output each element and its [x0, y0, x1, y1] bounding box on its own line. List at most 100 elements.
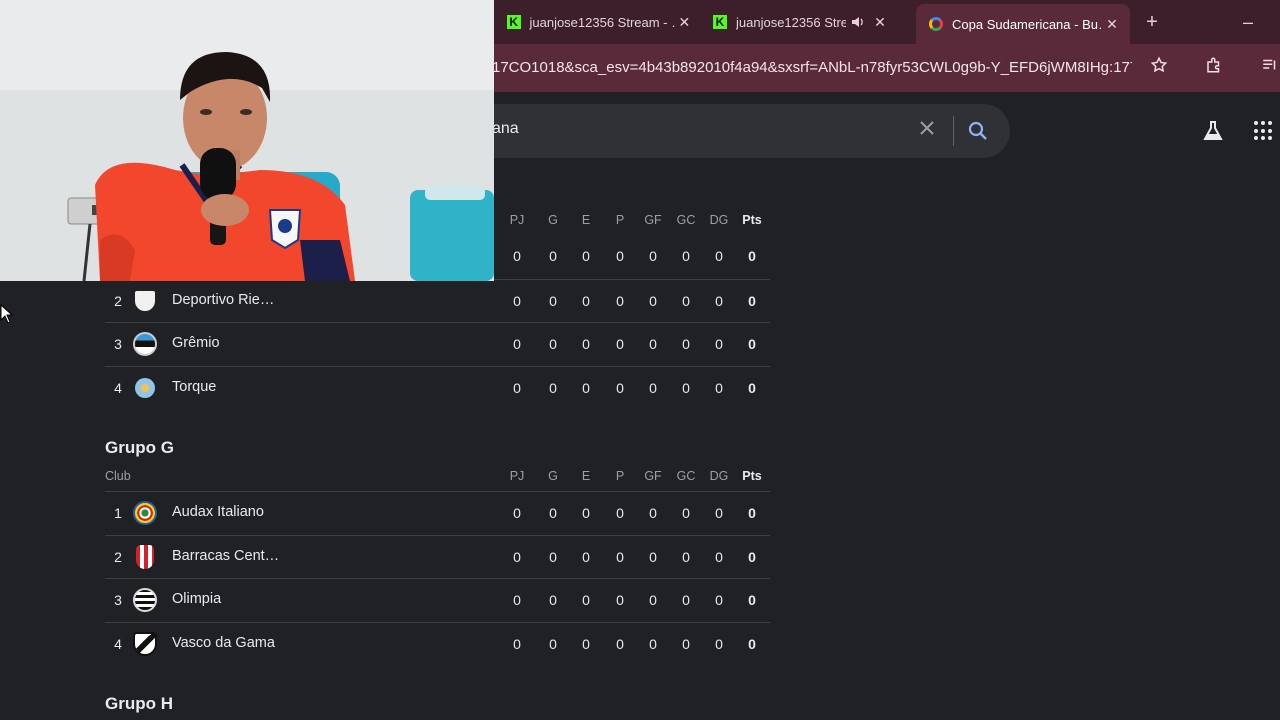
- club-name[interactable]: Olimpia: [172, 591, 221, 607]
- stat-dg: 0: [715, 380, 723, 396]
- webcam-overlay: [0, 0, 494, 281]
- table-row[interactable]: 4 Vasco da Gama 0 0 0 0 0 0 0 0: [105, 622, 770, 666]
- stat-gc: 0: [682, 592, 690, 608]
- apps-grid-icon[interactable]: [1254, 121, 1274, 141]
- row-position: 3: [114, 336, 122, 352]
- stat-p: 0: [616, 248, 624, 264]
- table-row[interactable]: 4 Torque 0 0 0 0 0 0 0 0: [105, 366, 770, 410]
- club-name[interactable]: Audax Italiano: [172, 504, 264, 520]
- stat-g: 0: [549, 380, 557, 396]
- search-icon[interactable]: [966, 119, 990, 143]
- torque-crest-icon: [135, 378, 155, 398]
- stat-e: 0: [582, 549, 590, 565]
- close-tab-icon[interactable]: ✕: [675, 14, 694, 31]
- stat-p: 0: [616, 380, 624, 396]
- extensions-icon[interactable]: [1202, 56, 1226, 80]
- row-position: 4: [114, 380, 122, 396]
- col-pts: Pts: [742, 469, 762, 483]
- tab-title: juanjose12356 Stream: [736, 14, 846, 30]
- vasco-da-gama-crest-icon: [133, 632, 157, 656]
- olimpia-crest-icon: [133, 588, 157, 612]
- col-dg: DG: [709, 469, 729, 483]
- barracas-central-crest-icon: [136, 545, 154, 569]
- address-bar[interactable]: 17CO1018&sca_esv=4b43b892010f4a94&sxsrf=…: [492, 56, 1132, 80]
- col-pts: Pts: [742, 213, 762, 227]
- col-e: E: [581, 213, 591, 227]
- col-club: Club: [105, 469, 131, 483]
- club-name[interactable]: Grêmio: [172, 335, 220, 351]
- stat-e: 0: [582, 336, 590, 352]
- reading-list-icon[interactable]: [1258, 56, 1280, 80]
- table-row[interactable]: 3 Olimpia 0 0 0 0 0 0 0 0: [105, 578, 770, 622]
- mouse-cursor-icon: [0, 303, 14, 329]
- col-p: P: [615, 213, 625, 227]
- row-position: 1: [114, 505, 122, 521]
- col-e: E: [581, 469, 591, 483]
- stat-e: 0: [582, 505, 590, 521]
- stat-gc: 0: [682, 636, 690, 652]
- row-position: 4: [114, 636, 122, 652]
- col-gf: GF: [644, 213, 662, 227]
- stat-g: 0: [549, 336, 557, 352]
- close-tab-icon[interactable]: ✕: [870, 14, 890, 31]
- col-gc: GC: [676, 213, 696, 227]
- stat-e: 0: [582, 592, 590, 608]
- stat-gf: 0: [649, 549, 657, 565]
- stat-gc: 0: [682, 293, 690, 309]
- stat-p: 0: [616, 636, 624, 652]
- club-name[interactable]: Torque: [172, 379, 216, 395]
- new-tab-button[interactable]: +: [1140, 10, 1164, 34]
- stat-gf: 0: [649, 505, 657, 521]
- club-name[interactable]: Vasco da Gama: [172, 635, 275, 651]
- audax-italiano-crest-icon: [133, 501, 157, 525]
- stat-pj: 0: [513, 336, 521, 352]
- row-position: 2: [114, 549, 122, 565]
- stat-p: 0: [616, 336, 624, 352]
- col-p: P: [615, 469, 625, 483]
- stat-e: 0: [582, 293, 590, 309]
- stat-e: 0: [582, 380, 590, 396]
- search-input[interactable]: ana: [492, 120, 519, 138]
- group-title: Grupo G: [105, 438, 174, 457]
- tab-copa-sudamericana[interactable]: Copa Sudamericana - Bu… ✕: [916, 4, 1130, 44]
- streamer-video-image: [0, 0, 494, 281]
- table-row[interactable]: 2 Barracas Cent… 0 0 0 0 0 0 0 0: [105, 535, 770, 579]
- stat-pts: 0: [748, 592, 756, 608]
- stat-g: 0: [549, 592, 557, 608]
- labs-flask-icon[interactable]: [1201, 119, 1225, 143]
- stat-g: 0: [549, 505, 557, 521]
- stat-g: 0: [549, 293, 557, 309]
- stat-pts: 0: [748, 505, 756, 521]
- col-g: G: [548, 469, 558, 483]
- stat-e: 0: [582, 636, 590, 652]
- stat-dg: 0: [715, 592, 723, 608]
- stat-pj: 0: [513, 549, 521, 565]
- club-name[interactable]: Barracas Cent…: [172, 548, 279, 564]
- tab-title: Copa Sudamericana - Bu…: [952, 16, 1102, 32]
- close-tab-icon[interactable]: ✕: [1102, 16, 1122, 33]
- col-pj: PJ: [509, 213, 525, 227]
- bookmark-star-icon[interactable]: [1147, 56, 1171, 80]
- stat-dg: 0: [715, 336, 723, 352]
- col-pj: PJ: [509, 469, 525, 483]
- tab-kick-stream-2[interactable]: K juanjose12356 Stream ✕: [700, 6, 910, 38]
- stat-dg: 0: [715, 293, 723, 309]
- stat-gf: 0: [649, 336, 657, 352]
- clear-icon[interactable]: [915, 118, 939, 142]
- kick-icon: K: [506, 14, 521, 30]
- table-row[interactable]: 2 Deportivo Rie… 0 0 0 0 0 0 0 0: [105, 279, 770, 323]
- minimize-button[interactable]: –: [1236, 10, 1260, 34]
- stat-pj: 0: [513, 380, 521, 396]
- table-row[interactable]: 1 Audax Italiano 0 0 0 0 0 0 0 0: [105, 491, 770, 535]
- col-dg: DG: [709, 213, 729, 227]
- speaker-icon[interactable]: [846, 15, 870, 29]
- stat-gc: 0: [682, 248, 690, 264]
- stat-gf: 0: [649, 636, 657, 652]
- google-icon: [928, 16, 944, 32]
- stat-pj: 0: [513, 636, 521, 652]
- table-row[interactable]: 3 Grêmio 0 0 0 0 0 0 0 0: [105, 322, 770, 366]
- col-gc: GC: [676, 469, 696, 483]
- stat-gc: 0: [682, 380, 690, 396]
- tab-kick-stream-1[interactable]: K juanjose12356 Stream - … ✕: [494, 6, 694, 38]
- club-name[interactable]: Deportivo Rie…: [172, 292, 274, 308]
